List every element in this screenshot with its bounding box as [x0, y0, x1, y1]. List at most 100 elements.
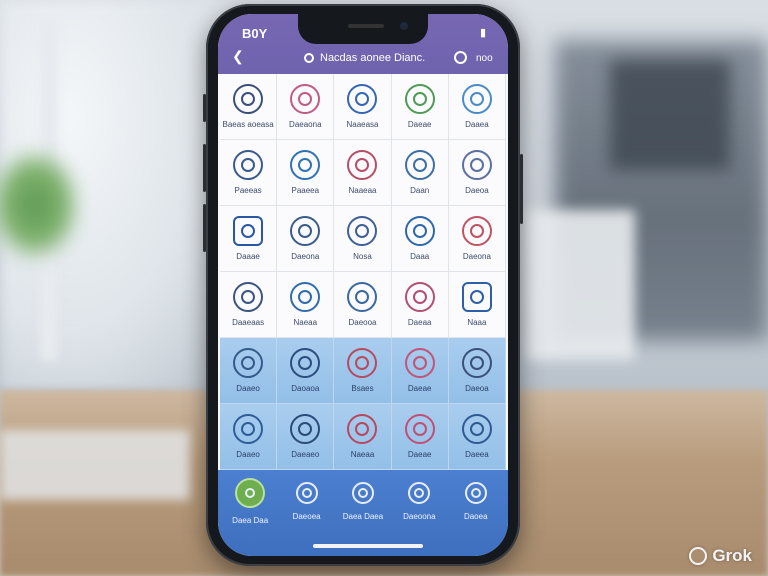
icon-detail: [298, 290, 313, 304]
grid-cell[interactable]: Daaeaas: [220, 272, 278, 338]
back-icon[interactable]: ❮: [232, 48, 244, 65]
grok-logo-icon: [689, 547, 708, 565]
grid-cell-label: Daeona: [291, 252, 320, 261]
icon-detail: [245, 488, 256, 498]
icon-detail: [355, 158, 370, 172]
ring-icon: [233, 414, 264, 444]
grid-cell[interactable]: Daaeo: [220, 338, 278, 404]
horse-icon: [290, 282, 321, 312]
tab-label: Daea Daa: [232, 516, 269, 525]
grid-cell[interactable]: Naeaa: [277, 272, 335, 338]
grid-cell-label: Daaea: [465, 120, 489, 129]
icon-detail: [355, 92, 370, 106]
grid-cell[interactable]: Nosa: [334, 206, 392, 272]
grid-cell-label: Daeoa: [465, 186, 489, 195]
tag-icon: [404, 216, 435, 246]
appbar-right-text[interactable]: noo: [476, 53, 493, 64]
grid-cell[interactable]: Daeoa: [448, 140, 506, 206]
grid-cell[interactable]: Daeae: [391, 338, 449, 404]
app-logo-icon: [304, 53, 314, 63]
volume-up-button: [203, 144, 206, 192]
grid-cell[interactable]: Daeooa: [334, 272, 392, 338]
icon-detail: [469, 422, 484, 436]
grid-cell[interactable]: Daaea: [448, 74, 506, 140]
menu-circle-icon[interactable]: [454, 51, 467, 64]
grid-cell[interactable]: Naaa: [448, 272, 506, 338]
tab-profile[interactable]: Daoea: [448, 470, 504, 556]
grid-cell-label: Daaa: [410, 252, 430, 261]
grid-cell[interactable]: Naaeasa: [334, 74, 392, 140]
icon-detail: [241, 224, 256, 238]
grid-cell[interactable]: Naaeaa: [334, 140, 392, 206]
icon-detail: [412, 158, 427, 172]
grid-cell[interactable]: Daaae: [220, 206, 278, 272]
flower-icon: [347, 216, 378, 246]
grid-cell-label: Daeae: [407, 450, 432, 459]
icon-detail: [241, 92, 256, 106]
grid-cell[interactable]: Daan: [391, 140, 449, 206]
chat-icon: [290, 150, 321, 180]
icon-detail: [412, 290, 427, 304]
grid-cell-label: Daoaoa: [291, 384, 320, 393]
icon-detail: [298, 158, 313, 172]
icon-detail: [301, 488, 312, 498]
grid-cell[interactable]: Daaa: [391, 206, 449, 272]
shell-icon: [347, 348, 378, 378]
grid-cell[interactable]: Paeeas: [220, 140, 278, 206]
home-indicator[interactable]: [313, 544, 423, 548]
rose-icon: [404, 348, 435, 378]
plant: [0, 150, 80, 260]
grid-cell[interactable]: Daeaa: [391, 272, 449, 338]
icon-detail: [298, 224, 313, 238]
chat-bubble-icon: [347, 282, 378, 312]
heart-icon: [404, 282, 435, 312]
profile-icon: [464, 482, 487, 504]
watermark: Grok: [689, 546, 752, 566]
grid-cell-label: Daaeo: [236, 450, 260, 459]
grid-cell[interactable]: Daeona: [448, 206, 506, 272]
grid-cell-label: Daeooa: [348, 318, 377, 327]
rose-outline-icon: [290, 414, 321, 444]
grid-cell-label: Daeae: [407, 120, 432, 129]
grid-cell[interactable]: Naeaa: [334, 404, 392, 470]
grid-cell[interactable]: Baeas aoeasa: [220, 74, 278, 140]
white-box: [525, 210, 635, 360]
grid-cell[interactable]: Daeoa: [448, 338, 506, 404]
sprout-icon: [461, 216, 492, 246]
grid-cell-label: Daeoa: [465, 384, 489, 393]
aperture-icon: [290, 348, 321, 378]
shoe-icon: [461, 150, 492, 180]
grid-cell[interactable]: Bsaes: [334, 338, 392, 404]
icon-detail: [412, 422, 427, 436]
grid-cell[interactable]: Daaeo: [220, 404, 278, 470]
speaker: [348, 24, 384, 28]
icon-detail: [469, 224, 484, 238]
grid-cell-label: Naeaa: [293, 318, 318, 327]
search-icon: [351, 482, 374, 504]
grid-cell[interactable]: Daeaeo: [277, 404, 335, 470]
grid-cell[interactable]: Daeaona: [277, 74, 335, 140]
icon-detail: [298, 356, 313, 370]
grid-cell[interactable]: Daeae: [391, 404, 449, 470]
watermark-text: Grok: [712, 546, 752, 565]
icon-detail: [469, 290, 484, 304]
grid-cell[interactable]: Daeea: [448, 404, 506, 470]
leaf-icon: [404, 84, 435, 114]
grid-cell-label: Daaeo: [236, 384, 260, 393]
grid-cell[interactable]: Daeona: [277, 206, 335, 272]
grid-cell[interactable]: Daoaoa: [277, 338, 335, 404]
seal-icon: [347, 414, 378, 444]
grid-cell[interactable]: Paaeea: [277, 140, 335, 206]
book-icon: [233, 216, 264, 246]
grid-cell-label: Daan: [410, 186, 430, 195]
icon-detail: [241, 290, 256, 304]
icon-detail: [357, 488, 368, 498]
grid-cell-label: Paeeas: [234, 186, 262, 195]
tab-home[interactable]: Daea Daa: [222, 470, 278, 556]
app-icon-grid: Baeas aoeasa Daeaona Naaeasa Daeae Daaea Paee…: [220, 74, 506, 470]
circle-heart-icon: [404, 414, 435, 444]
teacup-icon: [461, 414, 492, 444]
grid-cell[interactable]: Daeae: [391, 74, 449, 140]
target-icon: [233, 282, 264, 312]
icon-detail: [412, 356, 427, 370]
